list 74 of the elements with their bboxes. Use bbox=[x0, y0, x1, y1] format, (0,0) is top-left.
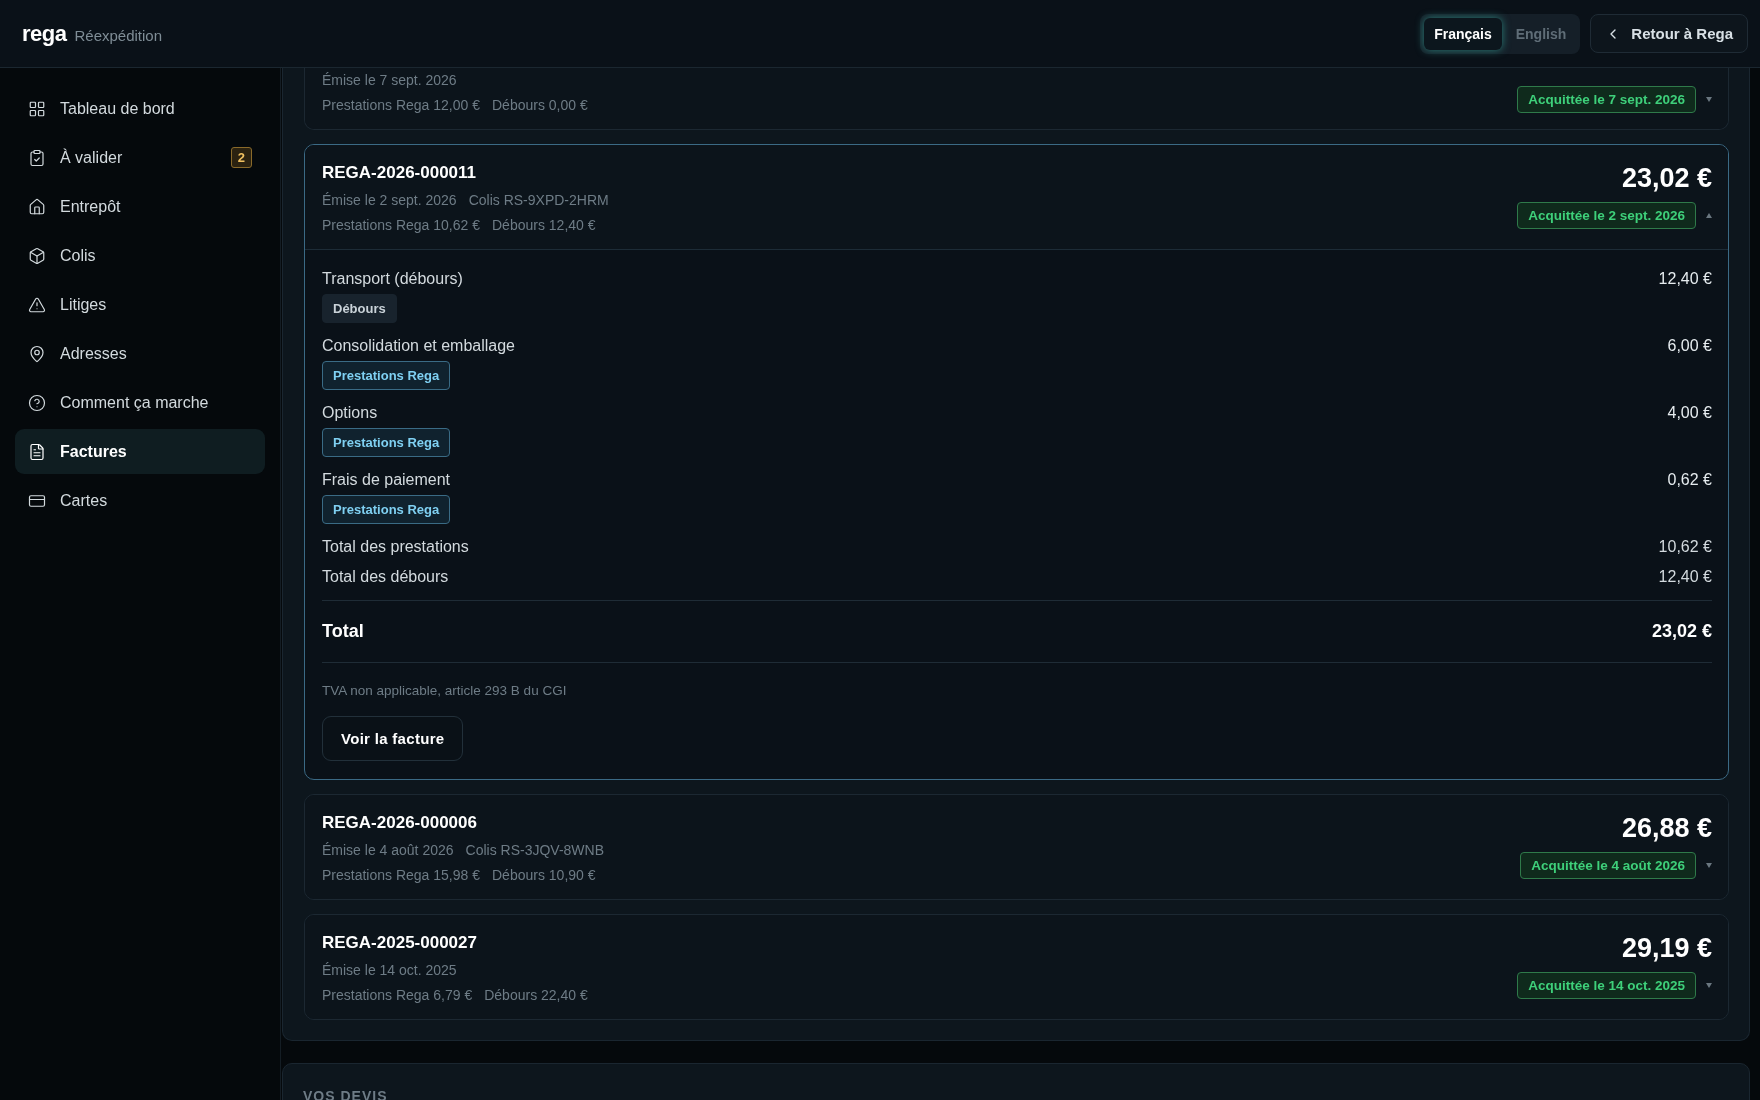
category-tag: Débours bbox=[322, 294, 397, 323]
invoice-card[interactable]: REGA-2026-000006 Émise le 4 août 2026 Colis RS-3JQV-8WNB Prestations Rega 15,98 € Débours 10,90 € 26,88 € Acquittée le 4 août 2026 bbox=[304, 794, 1729, 900]
collapse-icon[interactable] bbox=[1706, 213, 1712, 218]
invoice-card[interactable] bbox=[304, 144, 1729, 780]
services-amount: Prestations Rega 12,00 € bbox=[322, 97, 480, 113]
expand-icon[interactable] bbox=[1706, 863, 1712, 868]
disbursements-amount: Débours 22,40 € bbox=[484, 987, 588, 1003]
parcel-reference: Colis RS-9XPD-2HRM bbox=[468, 192, 609, 208]
paid-status: Acquittée le 7 sept. 2026 bbox=[1517, 86, 1696, 113]
line-label: Options bbox=[322, 404, 378, 422]
sidebar-item[interactable]: Colis bbox=[15, 233, 265, 278]
invoice-amount: 26,88 € bbox=[1621, 813, 1712, 844]
line-amount: 0,62 € bbox=[1667, 471, 1712, 489]
line-label: Transport (débours) bbox=[322, 270, 463, 288]
expand-icon[interactable] bbox=[1706, 983, 1712, 988]
line-label: Frais de paiement bbox=[322, 471, 451, 489]
expand-icon[interactable] bbox=[1706, 97, 1712, 102]
issue-date: Émise le 4 août 2026 bbox=[322, 842, 454, 858]
issue-date: Émise le 7 sept. 2026 bbox=[322, 72, 457, 88]
language-option[interactable]: Français bbox=[1424, 17, 1502, 50]
vat-note: TVA non applicable, article 293 B du CGI bbox=[322, 683, 568, 698]
total-amount: 12,40 € bbox=[1658, 568, 1712, 586]
disbursements-amount: Débours 12,40 € bbox=[492, 217, 596, 233]
warning-icon bbox=[28, 295, 46, 314]
sidebar-item[interactable]: Factures bbox=[15, 429, 265, 474]
grand-total-label: Total bbox=[322, 621, 364, 642]
total-amount: 10,62 € bbox=[1658, 538, 1712, 556]
paid-status: Acquittée le 4 août 2026 bbox=[1520, 852, 1696, 879]
document-icon bbox=[28, 442, 46, 461]
line-label: Consolidation et emballage bbox=[322, 337, 515, 355]
box-icon bbox=[28, 246, 46, 265]
line-amount: 4,00 € bbox=[1667, 404, 1712, 422]
sidebar-item[interactable]: À valider 2 bbox=[15, 135, 265, 180]
clipboard-check-icon bbox=[28, 148, 46, 167]
disbursements-amount: Débours 0,00 € bbox=[492, 97, 588, 113]
parcel-reference: Colis RS-3JQV-8WNB bbox=[465, 842, 604, 858]
total-label: Total des débours bbox=[322, 568, 449, 586]
services-amount: Prestations Rega 10,62 € bbox=[322, 217, 480, 233]
invoice-amount: 29,19 € bbox=[1621, 933, 1712, 964]
help-icon bbox=[28, 393, 46, 412]
app-subtitle: Réexpédition bbox=[74, 26, 163, 44]
total-label: Total des prestations bbox=[322, 538, 469, 556]
category-tag: Prestations Rega bbox=[322, 361, 451, 390]
back-button[interactable]: Retour à Rega bbox=[1590, 14, 1748, 53]
invoice-amount: 23,02 € bbox=[1621, 163, 1712, 194]
count-badge: 2 bbox=[230, 147, 252, 168]
sidebar-item[interactable]: Litiges bbox=[15, 282, 265, 327]
line-amount: 12,40 € bbox=[1658, 270, 1712, 288]
invoice-card[interactable]: REGA-2025-000027 Émise le 14 oct. 2025 Prestations Rega 6,79 € Débours 22,40 € 29,19 € Acquittée le 14 oct. 2025 bbox=[304, 914, 1729, 1020]
category-tag: Prestations Rega bbox=[322, 428, 451, 457]
services-amount: Prestations Rega 6,79 € bbox=[322, 987, 473, 1003]
issue-date: Émise le 2 sept. 2026 bbox=[322, 192, 457, 208]
invoice-number: REGA-2025-000027 bbox=[322, 933, 478, 953]
map-pin-icon bbox=[28, 344, 46, 363]
sidebar-item[interactable]: Cartes bbox=[15, 478, 265, 523]
category-tag: Prestations Rega bbox=[322, 495, 451, 524]
paid-status: Acquittée le 14 oct. 2025 bbox=[1517, 972, 1696, 999]
invoice-card[interactable]: Émise le 7 sept. 2026 Prestations Rega 12,00 € Débours 0,00 € Acquittée le 7 sept. 2026 bbox=[304, 68, 1729, 130]
grid-icon bbox=[28, 99, 46, 118]
paid-status: Acquittée le 2 sept. 2026 bbox=[1517, 202, 1696, 229]
disbursements-amount: Débours 10,90 € bbox=[492, 867, 596, 883]
sidebar-item[interactable]: Comment ça marche bbox=[15, 380, 265, 425]
house-icon bbox=[28, 197, 46, 216]
invoice-number: REGA-2026-000006 bbox=[322, 813, 478, 833]
line-amount: 6,00 € bbox=[1667, 337, 1712, 355]
sidebar-item[interactable]: Entrepôt bbox=[15, 184, 265, 229]
sidebar-item[interactable]: Tableau de bord bbox=[15, 86, 265, 131]
view-invoice-button[interactable]: Voir la facture bbox=[322, 716, 464, 761]
grand-total-amount: 23,02 € bbox=[1651, 621, 1712, 642]
issue-date: Émise le 14 oct. 2025 bbox=[322, 962, 457, 978]
logo[interactable]: rega bbox=[22, 20, 67, 47]
sidebar-item[interactable]: Adresses bbox=[15, 331, 265, 376]
services-amount: Prestations Rega 15,98 € bbox=[322, 867, 480, 883]
invoice-number: REGA-2026-000011 bbox=[322, 163, 478, 183]
